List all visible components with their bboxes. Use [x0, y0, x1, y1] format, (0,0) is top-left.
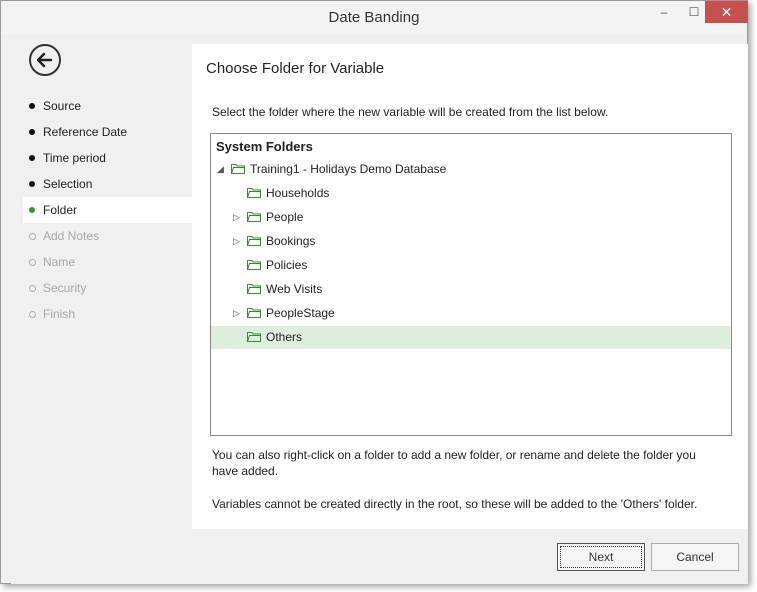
- page-title: Choose Folder for Variable: [206, 60, 385, 77]
- root-hint: Variables cannot be created directly in …: [212, 497, 698, 511]
- maximize-button[interactable]: ☐: [681, 5, 707, 27]
- tree-row-label: Policies: [266, 258, 308, 272]
- tree-row-label: Training1 - Holidays Demo Database: [250, 162, 447, 176]
- wizard-step-name: Name: [23, 249, 192, 275]
- collapsed-arrow-icon[interactable]: ▷: [233, 212, 240, 223]
- step-label: Source: [43, 99, 82, 113]
- step-label: Name: [43, 255, 76, 269]
- wizard-steps: Source Reference Date Time period Selection…: [23, 93, 192, 327]
- close-button[interactable]: ✕: [705, 1, 748, 23]
- next-button[interactable]: Next: [557, 543, 645, 571]
- step-status-icon: [29, 181, 35, 187]
- folder-tree[interactable]: System Folders ◢ Training1 - Holidays Dem…: [210, 133, 732, 436]
- tree-header: System Folders: [216, 139, 313, 154]
- tree-row-label: Web Visits: [266, 282, 323, 296]
- step-status-icon: [29, 155, 35, 161]
- rename-hint: You can also right-click on a folder to …: [212, 448, 696, 478]
- step-label: Finish: [43, 307, 76, 321]
- cancel-button[interactable]: Cancel: [651, 543, 739, 571]
- instruction-text: Select the folder where the new variable…: [212, 105, 609, 119]
- tree-row-label: Others: [266, 330, 303, 344]
- tree-row[interactable]: ▷ PeopleStage: [211, 302, 731, 325]
- step-status-icon: [29, 259, 36, 266]
- tree-row[interactable]: ▷ People: [211, 206, 731, 229]
- tree-row-label: PeopleStage: [266, 306, 335, 320]
- tree-row[interactable]: ▷ Bookings: [211, 230, 731, 253]
- wizard-step-security: Security: [23, 275, 192, 301]
- step-status-icon: [29, 207, 35, 213]
- wizard-step-finish: Finish: [23, 301, 192, 327]
- collapsed-arrow-icon[interactable]: ▷: [233, 236, 240, 247]
- folder-icon: [247, 235, 261, 246]
- step-label: Security: [43, 281, 87, 295]
- step-status-icon: [29, 233, 36, 240]
- step-status-icon: [29, 311, 36, 318]
- window-title: Date Banding: [328, 9, 420, 26]
- wizard-step-add-notes: Add Notes: [23, 223, 192, 249]
- step-label: Add Notes: [43, 229, 100, 243]
- tree-row[interactable]: Households: [211, 182, 731, 205]
- wizard-window: Date Banding – ☐ ✕ Source Reference Date T…: [0, 0, 748, 584]
- footer-bar: Next Cancel: [11, 529, 748, 584]
- tree-row-label: Bookings: [266, 234, 316, 248]
- step-status-icon: [29, 129, 35, 135]
- wizard-step-selection[interactable]: Selection: [23, 171, 192, 197]
- step-label: Reference Date: [43, 125, 128, 139]
- folder-icon: [247, 187, 261, 198]
- wizard-step-time-period[interactable]: Time period: [23, 145, 192, 171]
- tree-row[interactable]: Others: [211, 326, 731, 349]
- wizard-step-folder[interactable]: Folder: [23, 197, 192, 223]
- step-label: Time period: [43, 151, 106, 165]
- step-label: Selection: [43, 177, 93, 191]
- minimize-button[interactable]: –: [651, 5, 677, 27]
- tree-row[interactable]: Web Visits: [211, 278, 731, 301]
- wizard-sidebar: Source Reference Date Time period Selection…: [11, 34, 192, 529]
- main-panel: Choose Folder for Variable Select the fo…: [192, 44, 748, 529]
- wizard-step-reference-date[interactable]: Reference Date: [23, 119, 192, 145]
- step-status-icon: [29, 285, 36, 292]
- folder-icon: [247, 307, 261, 318]
- tree-row-label: Households: [266, 186, 330, 200]
- title-bar: Date Banding – ☐ ✕: [1, 1, 748, 34]
- folder-icon: [247, 259, 261, 270]
- folder-icon: [247, 283, 261, 294]
- tree-row[interactable]: ◢ Training1 - Holidays Demo Database: [211, 158, 731, 181]
- step-label: Folder: [43, 203, 78, 217]
- tree-row[interactable]: Policies: [211, 254, 731, 277]
- back-button[interactable]: [29, 44, 61, 76]
- folder-icon: [231, 163, 245, 174]
- collapsed-arrow-icon[interactable]: ▷: [233, 308, 240, 319]
- expanded-arrow-icon[interactable]: ◢: [217, 164, 224, 175]
- wizard-step-source[interactable]: Source: [23, 93, 192, 119]
- tree-row-label: People: [266, 210, 304, 224]
- folder-icon: [247, 211, 261, 222]
- back-arrow-icon: [36, 52, 53, 68]
- folder-icon: [247, 331, 261, 342]
- step-status-icon: [29, 103, 35, 109]
